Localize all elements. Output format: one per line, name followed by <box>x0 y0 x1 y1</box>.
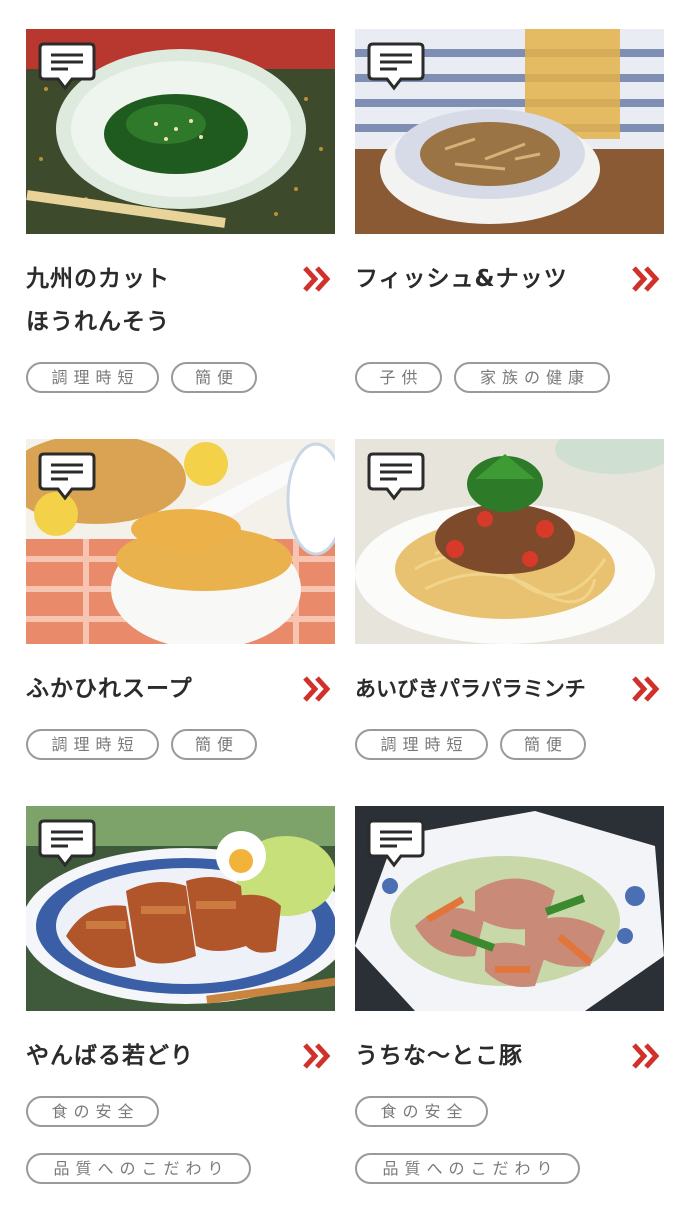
tag[interactable]: 簡便 <box>500 729 586 760</box>
double-chevron-right-icon <box>303 1043 331 1069</box>
recipe-image[interactable] <box>26 439 335 644</box>
comment-bubble-icon[interactable] <box>367 818 425 868</box>
double-chevron-right-icon <box>303 266 331 292</box>
recipe-title-link[interactable]: やんばる若どり <box>26 1035 335 1078</box>
recipe-card: ふかひれスープ 調理時短 簡便 <box>26 439 335 760</box>
recipe-title: フィッシュ&ナッツ <box>355 266 568 292</box>
comment-bubble-icon[interactable] <box>38 451 96 501</box>
recipe-card: やんばる若どり 食の安全 品質へのこだわり <box>26 806 335 1184</box>
recipe-title-link[interactable]: 九州のカット ほうれんそう <box>26 258 335 344</box>
recipe-image[interactable] <box>355 806 664 1011</box>
tag[interactable]: 簡便 <box>171 362 257 393</box>
tag[interactable]: 家族の健康 <box>454 362 610 393</box>
double-chevron-right-icon <box>632 676 660 702</box>
double-chevron-right-icon <box>632 1043 660 1069</box>
recipe-card: フィッシュ&ナッツ 子供 家族の健康 <box>355 29 664 393</box>
recipe-title-link[interactable]: うちな〜とこ豚 <box>355 1035 664 1078</box>
recipe-image[interactable] <box>26 29 335 234</box>
recipe-title: ふかひれスープ <box>26 676 193 702</box>
recipe-title-link[interactable]: ふかひれスープ <box>26 668 335 711</box>
double-chevron-right-icon <box>632 266 660 292</box>
recipe-card: 九州のカット ほうれんそう 調理時短 簡便 <box>26 29 335 393</box>
recipe-card: うちな〜とこ豚 食の安全 品質へのこだわり <box>355 806 664 1184</box>
recipe-image[interactable] <box>355 439 664 644</box>
double-chevron-right-icon <box>303 676 331 702</box>
tag[interactable]: 調理時短 <box>26 362 159 393</box>
recipe-image[interactable] <box>355 29 664 234</box>
recipe-title-link[interactable]: フィッシュ&ナッツ <box>355 258 664 301</box>
recipe-title: あいびきパラパラミンチ <box>355 677 586 701</box>
tag[interactable]: 食の安全 <box>26 1096 159 1127</box>
recipe-title: やんばる若どり <box>26 1043 194 1069</box>
tag[interactable]: 品質へのこだわり <box>355 1153 580 1184</box>
recipe-card: あいびきパラパラミンチ 調理時短 簡便 <box>355 439 664 760</box>
comment-bubble-icon[interactable] <box>367 41 425 91</box>
tag[interactable]: 食の安全 <box>355 1096 488 1127</box>
recipe-title: うちな〜とこ豚 <box>355 1043 523 1069</box>
comment-bubble-icon[interactable] <box>38 818 96 868</box>
comment-bubble-icon[interactable] <box>38 41 96 91</box>
tag[interactable]: 調理時短 <box>355 729 488 760</box>
tag[interactable]: 調理時短 <box>26 729 159 760</box>
recipe-image[interactable] <box>26 806 335 1011</box>
tag[interactable]: 簡便 <box>171 729 257 760</box>
recipe-title: 九州のカット ほうれんそう <box>26 266 170 335</box>
recipe-title-link[interactable]: あいびきパラパラミンチ <box>355 668 664 711</box>
tag[interactable]: 品質へのこだわり <box>26 1153 251 1184</box>
tag[interactable]: 子供 <box>355 362 442 393</box>
comment-bubble-icon[interactable] <box>367 451 425 501</box>
